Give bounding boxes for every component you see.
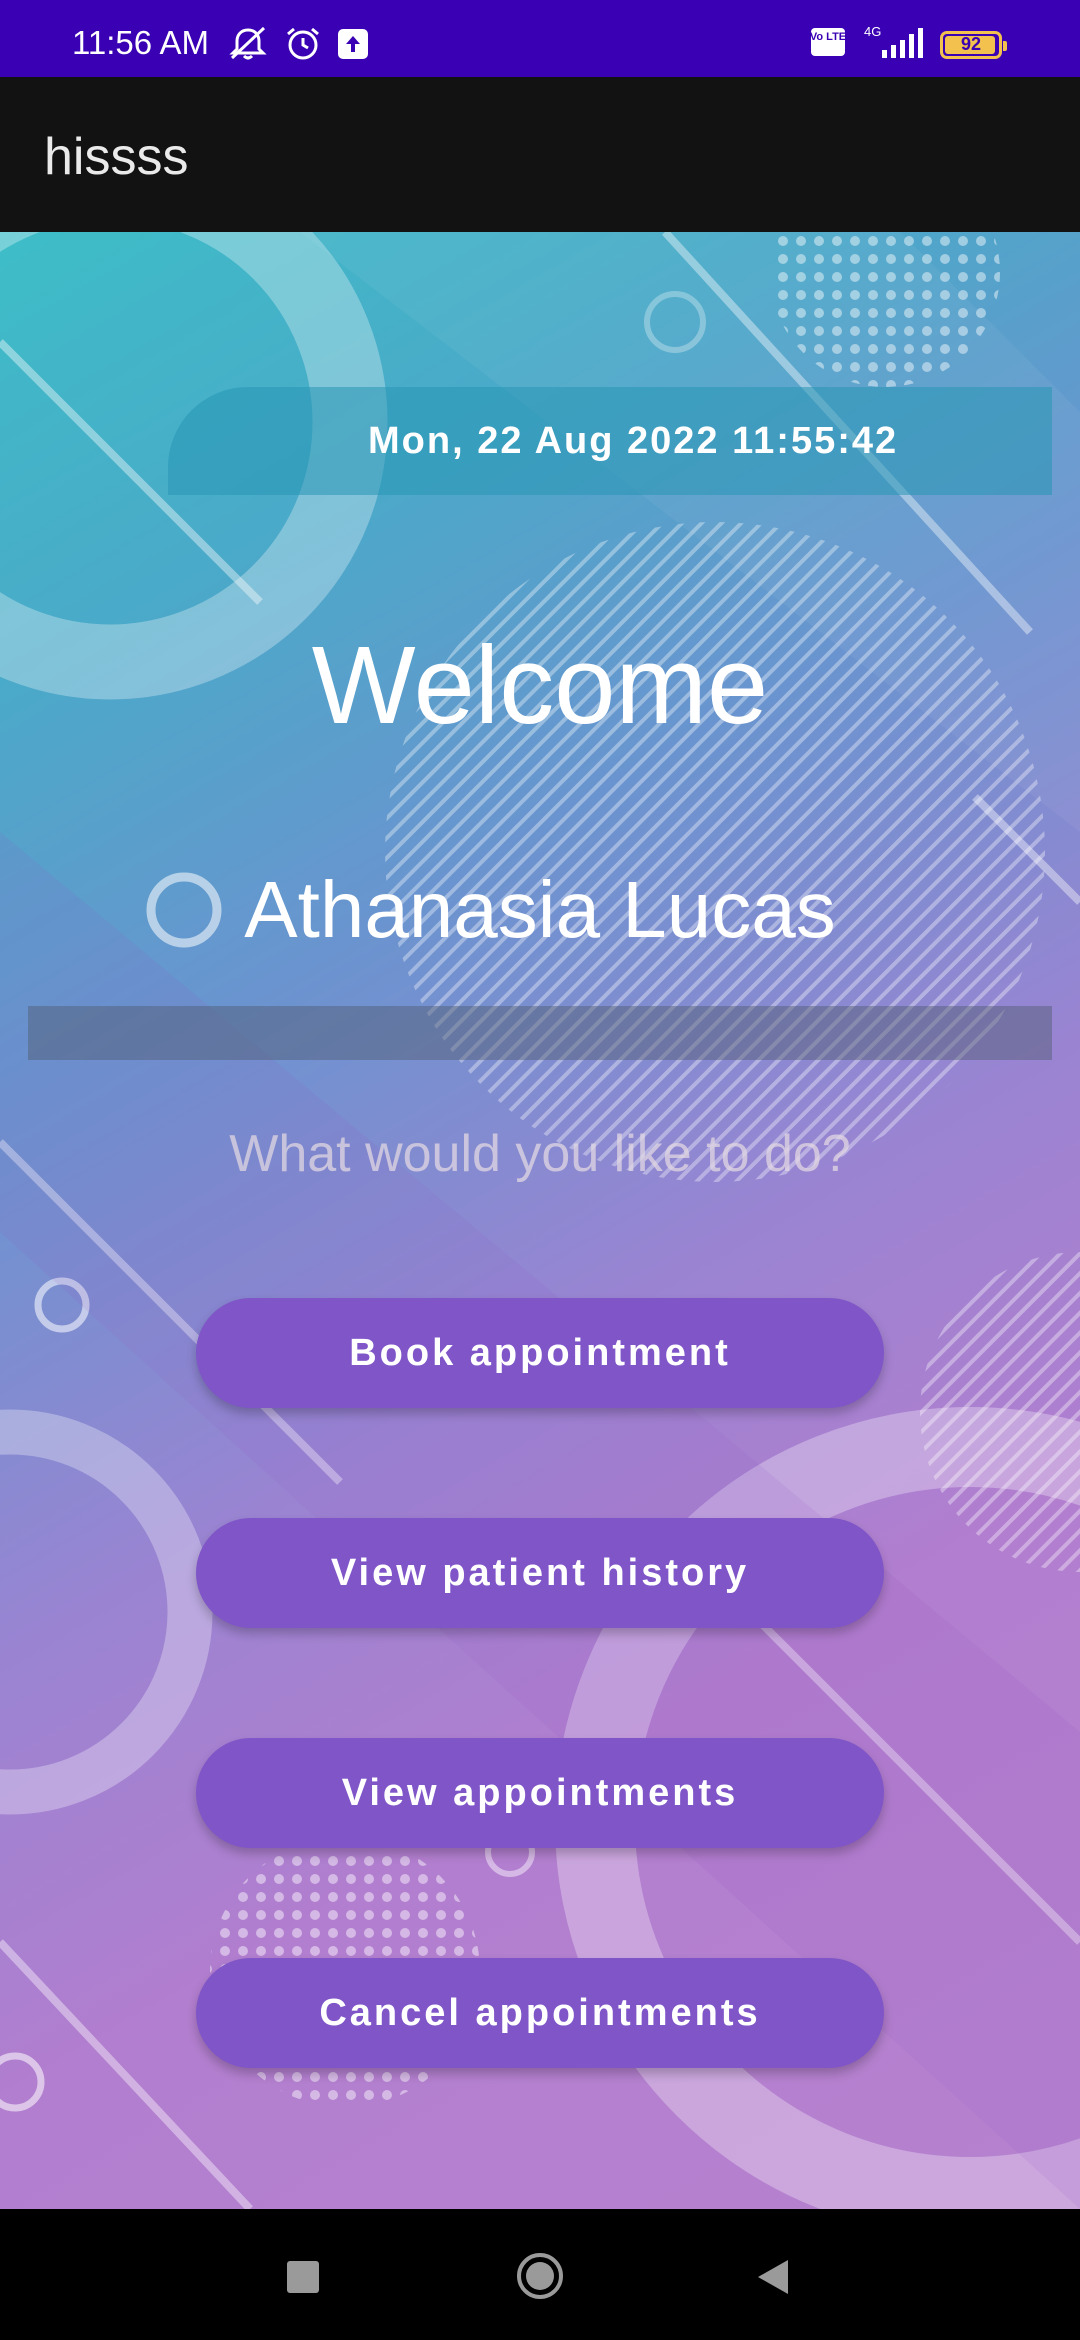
app-screen: 11:56 AM Vo LTE 4G 92 hissss Mon, 22 Aug… xyxy=(0,0,1080,2340)
back-icon[interactable] xyxy=(754,2257,790,2297)
status-bar: 11:56 AM Vo LTE 4G 92 xyxy=(0,0,1080,77)
divider-bar xyxy=(28,1006,1052,1060)
status-icons-left xyxy=(226,26,370,67)
recents-icon[interactable] xyxy=(287,2261,319,2293)
svg-text:4G: 4G xyxy=(864,24,881,39)
svg-text:Vo LTE: Vo LTE xyxy=(810,31,846,43)
current-datetime: Mon, 22 Aug 2022 11:55:42 xyxy=(368,420,899,462)
app-bar: hissss xyxy=(0,77,1080,232)
battery-icon: 92 xyxy=(940,30,1007,59)
app-title: hissss xyxy=(44,128,189,186)
view-appointments-button[interactable]: View appointments xyxy=(196,1738,884,1848)
user-name: Athanasia Lucas xyxy=(244,865,836,954)
alarm-icon xyxy=(284,26,322,67)
background-decoration xyxy=(0,232,1080,2209)
status-icons-right: Vo LTE 4G 92 xyxy=(810,24,1007,65)
upload-icon xyxy=(336,27,370,66)
cancel-appointments-button[interactable]: Cancel appointments xyxy=(196,1958,884,2068)
action-prompt: What would you like to do? xyxy=(229,1125,851,1183)
book-appointment-button[interactable]: Book appointment xyxy=(196,1298,884,1408)
volte-icon: Vo LTE xyxy=(810,27,846,62)
status-time: 11:56 AM xyxy=(72,24,209,61)
view-patient-history-button[interactable]: View patient history xyxy=(196,1518,884,1628)
battery-tip xyxy=(1003,40,1007,51)
welcome-heading: Welcome xyxy=(311,624,769,747)
signal-icon: 4G xyxy=(860,24,926,65)
main-content: Mon, 22 Aug 2022 11:55:42 Welcome Athana… xyxy=(0,232,1080,2209)
mute-icon xyxy=(226,26,270,67)
battery-level: 92 xyxy=(960,34,982,54)
navigation-bar xyxy=(0,2209,1080,2340)
home-icon[interactable] xyxy=(516,2252,564,2300)
